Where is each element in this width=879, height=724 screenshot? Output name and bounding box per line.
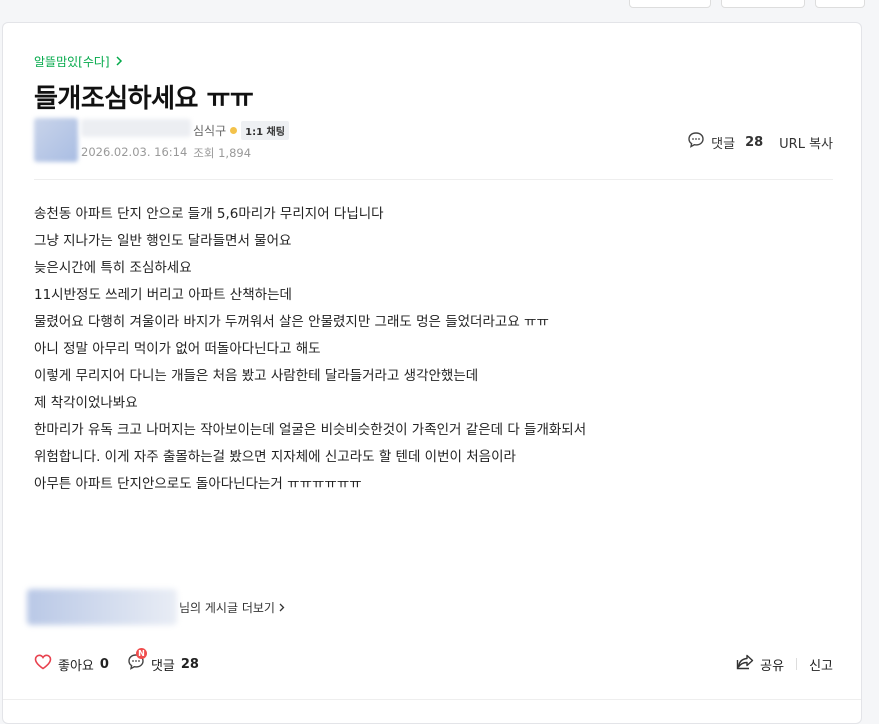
- comment-button[interactable]: N 댓글 28: [127, 648, 199, 675]
- chat-button[interactable]: 1:1 채팅: [241, 121, 289, 140]
- body-line: 위험합니다. 이게 자주 출몰하는걸 봤으면 지자체에 신고라도 할 텐데 이번…: [34, 449, 516, 465]
- body-line: 제 착각이었나봐요: [34, 395, 138, 411]
- article-card: 알뜰맘있[수다] 들개조심하세요 ㅠㅠ 심식구 1:1 채팅 2026.02.0…: [2, 22, 862, 724]
- rank-medal-icon: [230, 127, 238, 134]
- article-meta: 2026.02.03. 16:14 조회 1,894: [81, 145, 251, 161]
- comment-label: 댓글: [150, 658, 175, 674]
- like-button[interactable]: 좋아요 0: [34, 654, 109, 674]
- author-more-row: 님의 게시글 더보기: [27, 589, 285, 625]
- share-label: 공유: [760, 658, 785, 674]
- body-line: 물렸어요 다행히 겨울이라 바지가 두꺼워서 살은 안물렸지만 그래도 멍은 들…: [34, 314, 549, 330]
- comment-count: 28: [745, 134, 764, 150]
- top-tabs: [629, 0, 865, 8]
- body-line: 송천동 아파트 단지 안으로 들개 5,6마리가 무리지어 다닙니다: [34, 206, 384, 222]
- speech-bubble-icon: [687, 131, 705, 153]
- article-body: 송천동 아파트 단지 안으로 들개 5,6마리가 무리지어 다닙니다 그냥 지나…: [34, 201, 586, 498]
- chevron-right-icon: [116, 55, 123, 69]
- top-actions: 댓글 28 URL 복사: [687, 131, 833, 153]
- top-tab[interactable]: [629, 0, 711, 8]
- like-count: 0: [99, 656, 109, 672]
- comment-link-top[interactable]: 댓글 28: [687, 131, 763, 153]
- author-more-label: 님의 게시글 더보기: [179, 600, 275, 615]
- comment-count: 28: [180, 656, 199, 672]
- body-line: 이렇게 무리지어 다니는 개들은 처음 봤고 사람한테 달라들거라고 생각안했는…: [34, 368, 479, 384]
- article-footer: 좋아요 0 N 댓글 28 공유 신고: [34, 648, 833, 678]
- rank-label: 심식구: [193, 124, 227, 138]
- post-date: 2026.02.03. 16:14: [81, 145, 188, 159]
- like-label: 좋아요: [58, 658, 94, 674]
- report-button[interactable]: 신고: [809, 655, 833, 674]
- body-line: 11시반정도 쓰레기 버리고 아파트 산책하는데: [34, 287, 292, 303]
- share-icon: [736, 654, 754, 674]
- top-tab[interactable]: [721, 0, 805, 8]
- divider: [796, 658, 798, 670]
- body-line: 아니 정말 아무리 먹이가 없어 떠돌아다닌다고 해도: [34, 341, 321, 357]
- category-label: 알뜰맘있[수다]: [34, 55, 110, 69]
- body-line: 그냥 지나가는 일반 행인도 달라들면서 물어요: [34, 233, 292, 249]
- footer-divider: [3, 699, 861, 700]
- share-button[interactable]: 공유: [736, 654, 784, 674]
- url-copy-button[interactable]: URL 복사: [779, 133, 833, 152]
- category-link[interactable]: 알뜰맘있[수다]: [34, 53, 123, 70]
- chevron-right-icon: [279, 601, 285, 615]
- heart-icon: [34, 654, 52, 674]
- header-divider: [34, 179, 833, 180]
- author-rank: 심식구 1:1 채팅: [193, 121, 289, 140]
- body-line: 아무튼 아파트 단지안으로도 돌아다닌다는거 ㅠㅠㅠㅠㅠㅠ: [34, 476, 362, 492]
- comment-label: 댓글: [711, 136, 736, 152]
- article-title: 들개조심하세요 ㅠㅠ: [34, 84, 254, 114]
- body-line: 늦은시간에 특히 조심하세요: [34, 260, 192, 276]
- top-tab[interactable]: [815, 0, 865, 8]
- author-name-redacted[interactable]: [81, 119, 191, 137]
- author-profile-redacted[interactable]: [27, 589, 177, 625]
- avatar[interactable]: [34, 118, 78, 162]
- body-line: 한마리가 유독 크고 나머지는 작아보이는데 얼굴은 비슷비슷한것이 가족인거 …: [34, 422, 587, 438]
- new-badge: N: [135, 648, 147, 659]
- view-count: 조회 1,894: [193, 146, 252, 160]
- author-more-link[interactable]: 님의 게시글 더보기: [179, 599, 285, 616]
